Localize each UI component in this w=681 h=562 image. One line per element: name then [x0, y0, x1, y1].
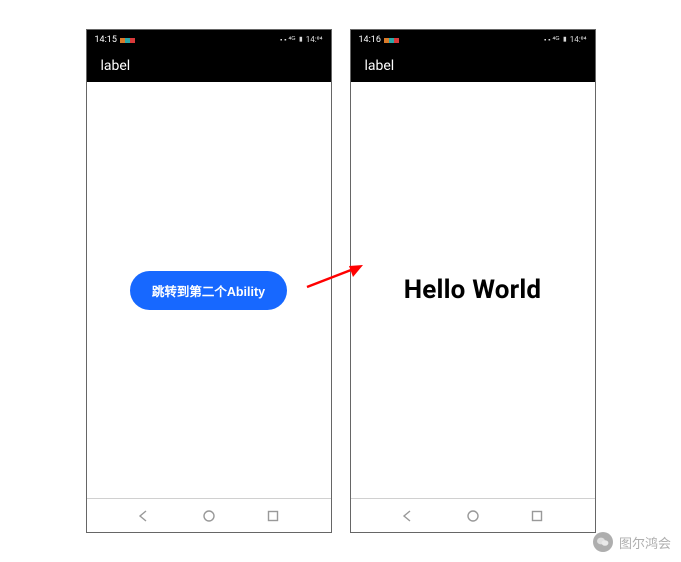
watermark-label: 图尔鸿会	[619, 533, 671, 552]
nav-back-icon[interactable]	[137, 509, 151, 523]
content-area: 跳转到第二个Ability	[87, 82, 331, 498]
status-bar: 14:16 ⬝ ⬝ ⁴ᴳ ▮ 14:⁰⁴	[351, 30, 595, 50]
nav-bar	[351, 498, 595, 532]
status-bar: 14:15 ⬝ ⬝ ⁴ᴳ ▮ 14:⁰⁴	[87, 30, 331, 50]
status-time: 14:15	[95, 35, 117, 45]
watermark: 图尔鸿会	[593, 532, 671, 552]
nav-recent-icon[interactable]	[266, 509, 280, 523]
nav-bar	[87, 498, 331, 532]
app-title: label	[101, 58, 131, 74]
content-area: Hello World	[351, 82, 595, 498]
status-left: 14:15	[95, 35, 135, 45]
nav-home-icon[interactable]	[202, 509, 216, 523]
status-left: 14:16	[359, 35, 399, 45]
nav-back-icon[interactable]	[401, 509, 415, 523]
nav-recent-icon[interactable]	[530, 509, 544, 523]
navigate-button[interactable]: 跳转到第二个Ability	[130, 271, 287, 310]
hello-world-text: Hello World	[404, 275, 542, 305]
phone-screen-2: 14:16 ⬝ ⬝ ⁴ᴳ ▮ 14:⁰⁴ label Hello World	[350, 29, 596, 533]
nav-home-icon[interactable]	[466, 509, 480, 523]
app-bar: label	[87, 50, 331, 82]
status-time: 14:16	[359, 35, 381, 45]
phone-screen-1: 14:15 ⬝ ⬝ ⁴ᴳ ▮ 14:⁰⁴ label 跳转到第二个Ability	[86, 29, 332, 533]
status-right: ⬝ ⬝ ⁴ᴳ ▮ 14:⁰⁴	[544, 35, 586, 45]
wechat-icon	[593, 532, 613, 552]
app-title: label	[365, 58, 395, 74]
status-indicators	[384, 38, 399, 43]
status-indicators	[120, 38, 135, 43]
indicator-icon	[130, 38, 135, 43]
indicator-icon	[394, 38, 399, 43]
app-bar: label	[351, 50, 595, 82]
status-right: ⬝ ⬝ ⁴ᴳ ▮ 14:⁰⁴	[280, 35, 322, 45]
